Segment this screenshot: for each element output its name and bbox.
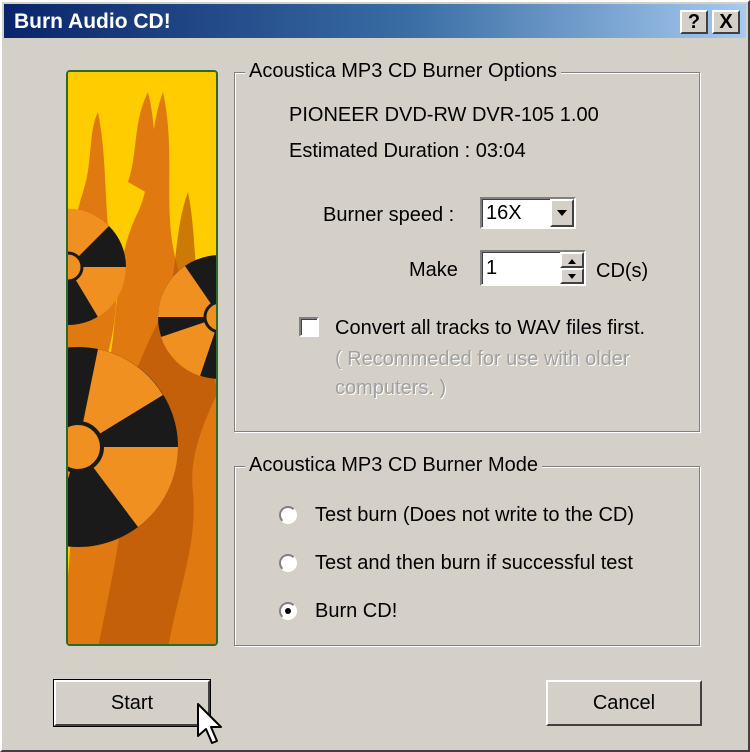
burner-mode-group: Acoustica MP3 CD Burner Mode Test burn (… [234,454,700,646]
make-count-stepper[interactable]: 1 [480,250,586,286]
flame-cd-artwork [66,70,218,646]
start-button[interactable]: Start [53,679,211,727]
window-title: Burn Audio CD! [14,10,171,33]
arrow-up-icon [568,259,576,264]
radio-burn-cd-label[interactable]: Burn CD! [315,600,397,623]
convert-wav-note-line2: computers. ) [335,377,447,399]
radio-test-then-burn[interactable] [279,554,297,572]
burner-speed-select[interactable]: 16X [480,197,576,229]
speed-dropdown-button[interactable] [550,199,574,227]
device-name: PIONEER DVD-RW DVR-105 1.00 [289,104,599,126]
burner-options-legend: Acoustica MP3 CD Burner Options [245,60,561,83]
convert-wav-note-line1: ( Recommeded for use with older [335,348,630,370]
title-bar[interactable]: Burn Audio CD! ? X [4,4,746,38]
radio-burn-cd[interactable] [279,602,297,620]
cancel-button[interactable]: Cancel [546,680,702,726]
help-button[interactable]: ? [680,10,708,34]
burner-mode-legend: Acoustica MP3 CD Burner Mode [245,454,543,477]
estimated-duration: Estimated Duration : 03:04 [289,140,526,162]
radio-selected-dot [285,608,291,614]
make-unit-label: CD(s) [596,260,649,282]
flame-cd-artwork-image [68,72,216,644]
stepper-up-button[interactable] [560,252,584,268]
make-label: Make [409,259,458,281]
burner-options-group: Acoustica MP3 CD Burner Options PIONEER … [234,60,700,432]
radio-test-then-burn-label[interactable]: Test and then burn if successful test [315,552,633,575]
stepper-down-button[interactable] [560,268,584,284]
burner-speed-value: 16X [486,202,522,224]
radio-test-burn[interactable] [279,506,297,524]
radio-test-burn-label[interactable]: Test burn (Does not write to the CD) [315,504,634,527]
close-button[interactable]: X [712,10,740,34]
convert-wav-label[interactable]: Convert all tracks to WAV files first. [335,317,645,340]
arrow-down-icon [568,274,576,279]
burn-audio-cd-dialog: Burn Audio CD! ? X Acoustica MP3 CD Burn… [0,0,750,752]
chevron-down-icon [557,210,567,216]
convert-wav-checkbox[interactable] [299,317,319,337]
burner-speed-label: Burner speed : [323,204,455,226]
mouse-cursor-icon [197,703,222,744]
make-count-value: 1 [486,257,498,279]
